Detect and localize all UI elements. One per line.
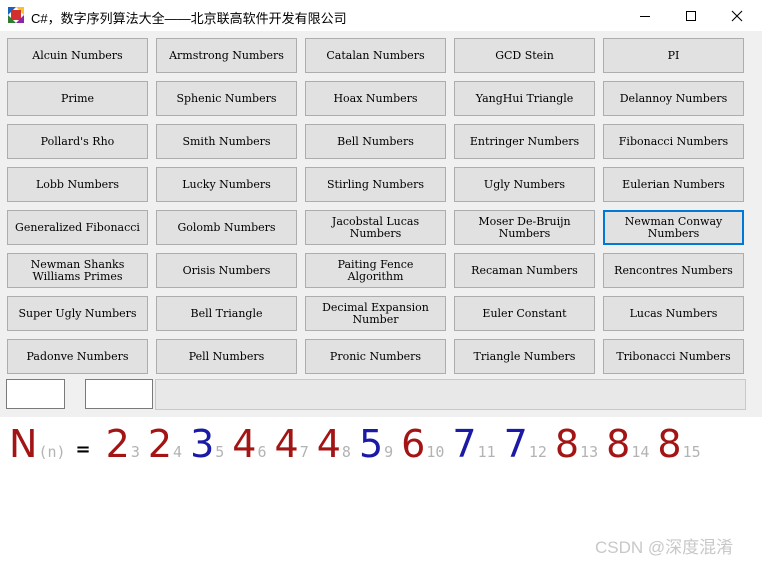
button-entringer-numbers[interactable]: Entringer Numbers bbox=[454, 124, 595, 159]
app-icon bbox=[8, 7, 24, 23]
term-index: 9 bbox=[384, 443, 394, 461]
sequence-term: 815 bbox=[657, 422, 700, 466]
button-bell-numbers[interactable]: Bell Numbers bbox=[305, 124, 446, 159]
term-value: 4 bbox=[232, 422, 257, 466]
button-delannoy-numbers[interactable]: Delannoy Numbers bbox=[603, 81, 744, 116]
result-label: N(n) bbox=[9, 422, 66, 466]
button-stirling-numbers[interactable]: Stirling Numbers bbox=[305, 167, 446, 202]
sequence-term: 46 bbox=[232, 422, 266, 466]
button-rencontres-numbers[interactable]: Rencontres Numbers bbox=[603, 253, 744, 288]
term-value: 7 bbox=[452, 422, 477, 466]
term-index: 15 bbox=[682, 443, 701, 461]
window-title: C#，数字序列算法大全——北京联高软件开发有限公司 bbox=[31, 11, 347, 26]
sequence-term: 47 bbox=[275, 422, 309, 466]
button-gcd-stein[interactable]: GCD Stein bbox=[454, 38, 595, 73]
button-prime[interactable]: Prime bbox=[7, 81, 148, 116]
term-value: 2 bbox=[105, 422, 130, 466]
term-value: 7 bbox=[503, 422, 528, 466]
close-button[interactable] bbox=[714, 0, 760, 31]
button-armstrong-numbers[interactable]: Armstrong Numbers bbox=[156, 38, 297, 73]
term-index: 3 bbox=[130, 443, 140, 461]
sequence-term: 711 bbox=[452, 422, 495, 466]
term-index: 13 bbox=[580, 443, 599, 461]
sequence-term: 813 bbox=[555, 422, 598, 466]
button-generalized-fibonacci[interactable]: Generalized Fibonacci bbox=[7, 210, 148, 245]
button-moser-de-bruijn-numbers[interactable]: Moser De-Bruijn Numbers bbox=[454, 210, 595, 245]
button-recaman-numbers[interactable]: Recaman Numbers bbox=[454, 253, 595, 288]
button-pollard-s-rho[interactable]: Pollard's Rho bbox=[7, 124, 148, 159]
button-padonve-numbers[interactable]: Padonve Numbers bbox=[7, 339, 148, 374]
button-orisis-numbers[interactable]: Orisis Numbers bbox=[156, 253, 297, 288]
button-eulerian-numbers[interactable]: Eulerian Numbers bbox=[603, 167, 744, 202]
sequence-term: 814 bbox=[606, 422, 649, 466]
button-bell-triangle[interactable]: Bell Triangle bbox=[156, 296, 297, 331]
button-hoax-numbers[interactable]: Hoax Numbers bbox=[305, 81, 446, 116]
term-value: 6 bbox=[401, 422, 426, 466]
title-bar: C#，数字序列算法大全——北京联高软件开发有限公司 bbox=[0, 0, 762, 31]
button-alcuin-numbers[interactable]: Alcuin Numbers bbox=[7, 38, 148, 73]
button-jacobstal-lucas-numbers[interactable]: Jacobstal Lucas Numbers bbox=[305, 210, 446, 245]
button-triangle-numbers[interactable]: Triangle Numbers bbox=[454, 339, 595, 374]
sequence-term: 48 bbox=[317, 422, 351, 466]
term-index: 10 bbox=[426, 443, 445, 461]
term-value: 5 bbox=[358, 422, 384, 466]
term-index: 4 bbox=[173, 443, 183, 461]
button-fibonacci-numbers[interactable]: Fibonacci Numbers bbox=[603, 124, 744, 159]
sequence-terms: 23 24 35 46 47 48 59 610 711 712 813 814 815 bbox=[106, 422, 709, 466]
term-value: 4 bbox=[316, 422, 341, 466]
minimize-icon bbox=[640, 15, 650, 17]
term-index: 6 bbox=[257, 443, 267, 461]
maximize-button[interactable] bbox=[668, 0, 714, 31]
status-panel bbox=[155, 379, 746, 410]
button-lobb-numbers[interactable]: Lobb Numbers bbox=[7, 167, 148, 202]
term-index: 11 bbox=[477, 443, 496, 461]
term-value: 2 bbox=[147, 422, 173, 466]
result-label-sub: (n) bbox=[38, 443, 66, 461]
button-pi[interactable]: PI bbox=[603, 38, 744, 73]
term-index: 12 bbox=[528, 443, 547, 461]
button-golomb-numbers[interactable]: Golomb Numbers bbox=[156, 210, 297, 245]
term-index: 7 bbox=[299, 443, 309, 461]
term-value: 8 bbox=[606, 422, 631, 466]
button-lucky-numbers[interactable]: Lucky Numbers bbox=[156, 167, 297, 202]
term-index: 8 bbox=[341, 443, 351, 461]
button-yanghui-triangle[interactable]: YangHui Triangle bbox=[454, 81, 595, 116]
result-sequence: N(n) = 23 24 35 46 47 48 59 610 711 712 813 814 815 bbox=[9, 422, 709, 472]
button-paiting-fence-algorithm[interactable]: Paiting Fence Algorithm bbox=[305, 253, 446, 288]
button-super-ugly-numbers[interactable]: Super Ugly Numbers bbox=[7, 296, 148, 331]
term-value: 8 bbox=[657, 422, 682, 466]
button-lucas-numbers[interactable]: Lucas Numbers bbox=[603, 296, 744, 331]
equals-sign: = bbox=[75, 439, 91, 460]
sequence-term: 59 bbox=[359, 422, 393, 466]
button-decimal-expansion-number[interactable]: Decimal Expansion Number bbox=[305, 296, 446, 331]
watermark: CSDN @深度混淆 bbox=[595, 538, 734, 557]
button-sphenic-numbers[interactable]: Sphenic Numbers bbox=[156, 81, 297, 116]
sequence-term: 610 bbox=[401, 422, 444, 466]
minimize-button[interactable] bbox=[622, 0, 668, 31]
button-ugly-numbers[interactable]: Ugly Numbers bbox=[454, 167, 595, 202]
button-pell-numbers[interactable]: Pell Numbers bbox=[156, 339, 297, 374]
button-euler-constant[interactable]: Euler Constant bbox=[454, 296, 595, 331]
sequence-term: 35 bbox=[190, 422, 224, 466]
button-newman-shanks-williams-primes[interactable]: Newman Shanks Williams Primes bbox=[7, 253, 148, 288]
button-newman-conway-numbers[interactable]: Newman Conway Numbers bbox=[603, 210, 744, 245]
first-value-input[interactable] bbox=[6, 379, 65, 409]
term-value: 4 bbox=[274, 422, 299, 466]
sequence-term: 23 bbox=[106, 422, 140, 466]
button-pronic-numbers[interactable]: Pronic Numbers bbox=[305, 339, 446, 374]
sequence-term: 24 bbox=[148, 422, 182, 466]
sequence-term: 712 bbox=[504, 422, 547, 466]
button-catalan-numbers[interactable]: Catalan Numbers bbox=[305, 38, 446, 73]
term-value: 3 bbox=[190, 422, 215, 466]
second-value-input[interactable] bbox=[85, 379, 153, 409]
button-tribonacci-numbers[interactable]: Tribonacci Numbers bbox=[603, 339, 744, 374]
term-index: 14 bbox=[631, 443, 650, 461]
maximize-icon bbox=[686, 10, 696, 21]
term-index: 5 bbox=[215, 443, 225, 461]
button-smith-numbers[interactable]: Smith Numbers bbox=[156, 124, 297, 159]
close-icon bbox=[731, 10, 743, 21]
term-value: 8 bbox=[554, 422, 580, 466]
